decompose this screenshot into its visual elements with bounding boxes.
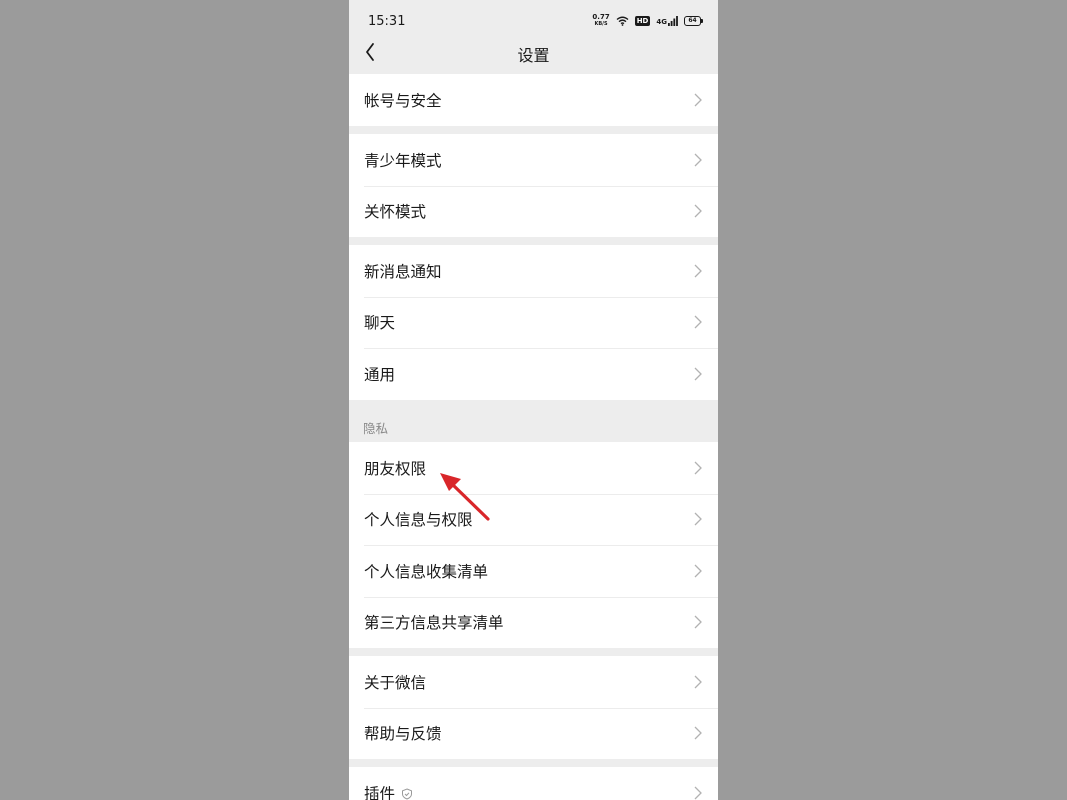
chevron-right-icon <box>694 512 702 526</box>
nav-bar: 设置 <box>349 32 718 72</box>
wifi-icon <box>616 16 629 26</box>
settings-group-about: 关于微信 帮助与反馈 <box>349 656 718 759</box>
status-time: 15:31 <box>368 14 406 29</box>
settings-item-label: 帐号与安全 <box>364 91 442 110</box>
settings-item-care-mode[interactable]: 关怀模式 <box>349 185 718 238</box>
settings-item-third-party-sharing[interactable]: 第三方信息共享清单 <box>349 596 718 649</box>
signal-label: 4G <box>656 17 667 26</box>
settings-group-general: 新消息通知 聊天 通用 <box>349 245 718 400</box>
chevron-right-icon <box>694 564 702 578</box>
chevron-right-icon <box>694 461 702 475</box>
chevron-right-icon <box>694 615 702 629</box>
chevron-right-icon <box>694 726 702 740</box>
settings-item-personal-info-collection[interactable]: 个人信息收集清单 <box>349 545 718 597</box>
hd-badge: HD <box>634 15 651 26</box>
settings-item-label: 新消息通知 <box>364 262 442 281</box>
chevron-right-icon <box>694 315 702 329</box>
settings-item-label: 聊天 <box>364 314 396 333</box>
settings-group-plugins: 插件 <box>349 767 718 800</box>
settings-item-label: 帮助与反馈 <box>364 725 442 744</box>
settings-item-notifications[interactable]: 新消息通知 <box>349 245 718 297</box>
settings-item-about-wechat[interactable]: 关于微信 <box>349 656 718 708</box>
settings-item-label: 关怀模式 <box>364 203 427 222</box>
settings-item-plugins[interactable]: 插件 <box>349 767 718 800</box>
network-speed-value: 0.77 <box>592 13 610 21</box>
settings-item-label: 插件 <box>364 784 396 800</box>
section-header-privacy: 隐私 <box>363 421 389 436</box>
settings-item-label-wrap: 插件 <box>364 782 413 800</box>
chevron-right-icon <box>694 786 702 800</box>
battery-level: 64 <box>688 16 697 24</box>
chevron-right-icon <box>694 367 702 381</box>
settings-item-label: 个人信息与权限 <box>364 511 473 530</box>
settings-group-modes: 青少年模式 关怀模式 <box>349 134 718 237</box>
settings-item-label: 关于微信 <box>364 673 427 692</box>
settings-item-label: 第三方信息共享清单 <box>364 614 504 633</box>
chevron-right-icon <box>694 204 702 218</box>
settings-item-personal-info-permissions[interactable]: 个人信息与权限 <box>349 493 718 546</box>
network-speed-unit: KB/S <box>594 21 608 27</box>
chevron-right-icon <box>694 675 702 689</box>
settings-group-privacy: 朋友权限 个人信息与权限 个人信息收集清单 第三方信息共享清单 <box>349 442 718 648</box>
settings-item-chat[interactable]: 聊天 <box>349 296 718 349</box>
chevron-right-icon <box>694 93 702 107</box>
settings-item-label: 个人信息收集清单 <box>364 562 489 581</box>
settings-item-general[interactable]: 通用 <box>349 348 718 400</box>
signal-icon: 4G <box>656 15 678 26</box>
settings-item-friend-permissions[interactable]: 朋友权限 <box>349 442 718 494</box>
shield-icon <box>402 788 413 800</box>
chevron-right-icon <box>694 264 702 278</box>
page-title: 设置 <box>517 46 550 65</box>
network-speed: 0.77 KB/S <box>592 13 610 28</box>
settings-group-account: 帐号与安全 <box>349 74 718 126</box>
signal-bars-icon <box>668 15 678 26</box>
phone-screen: 15:31 0.77 KB/S HD 4G 64 设置 帐号与安全 青少年模式 … <box>349 0 718 800</box>
settings-item-label: 青少年模式 <box>364 151 442 170</box>
status-icons: 0.77 KB/S HD 4G 64 <box>592 13 703 28</box>
battery-icon: 64 <box>684 15 703 26</box>
chevron-right-icon <box>694 153 702 167</box>
settings-item-help-feedback[interactable]: 帮助与反馈 <box>349 707 718 760</box>
settings-item-teen-mode[interactable]: 青少年模式 <box>349 134 718 186</box>
settings-item-account-security[interactable]: 帐号与安全 <box>349 74 718 126</box>
settings-item-label: 通用 <box>364 365 396 384</box>
settings-item-label: 朋友权限 <box>364 459 427 478</box>
